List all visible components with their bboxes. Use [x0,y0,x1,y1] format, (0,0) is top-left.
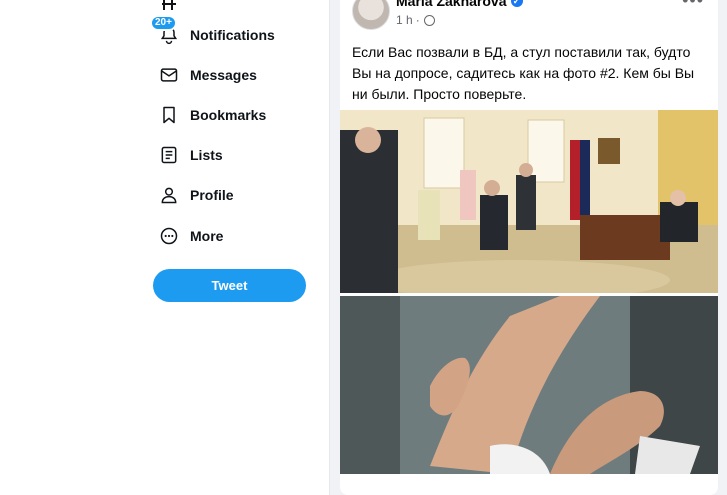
nav-label-more: More [190,228,224,244]
hashtag-icon [162,0,176,10]
avatar[interactable] [352,0,390,30]
post-text: Если Вас позвали в БД, а стул поставили … [352,44,695,102]
meta-separator: · [415,13,420,27]
nav-item-profile[interactable]: Profile [158,179,234,211]
photo-oval-office [340,110,718,293]
list-icon [158,144,180,166]
post-photo-2[interactable] [340,296,718,474]
nav-label-messages: Messages [190,67,257,83]
globe-icon [423,14,435,26]
tweet-button[interactable]: Tweet [153,269,306,302]
more-options-icon[interactable]: ••• [682,0,704,11]
post-photo-1[interactable] [340,110,718,293]
nav-item-explore-partial[interactable] [158,0,180,10]
post-author[interactable]: Maria Zakharova ✓ [396,0,523,9]
nav-item-more[interactable]: More [158,220,223,252]
nav-item-lists[interactable]: Lists [158,139,223,171]
notification-badge: 20+ [150,15,177,31]
author-name[interactable]: Maria Zakharova [396,0,507,9]
more-circle-icon [158,225,180,247]
post-card: Maria Zakharova ✓ 1 h · ••• Если Вас поз… [340,0,718,495]
nav-item-notifications[interactable]: 20+ Notifications [150,15,275,51]
sidebar: 20+ Notifications Messages Bookmarks Lis… [0,0,330,495]
post-time[interactable]: 1 h [396,13,413,27]
nav-label-profile: Profile [190,187,234,203]
nav-item-bookmarks[interactable]: Bookmarks [158,99,266,131]
nav-label-bookmarks: Bookmarks [190,107,267,123]
verified-icon: ✓ [510,0,523,7]
bookmark-icon [158,104,180,126]
feed-panel: Maria Zakharova ✓ 1 h · ••• Если Вас поз… [330,0,727,495]
nav-item-messages[interactable]: Messages [158,59,257,91]
bell-icon: 20+ [150,15,180,46]
post-meta: 1 h · [396,13,435,27]
person-icon [158,184,180,206]
photo-film-still [340,296,718,474]
envelope-icon [158,64,180,86]
nav-label-lists: Lists [190,147,223,163]
nav-label-notifications: Notifications [190,27,275,43]
